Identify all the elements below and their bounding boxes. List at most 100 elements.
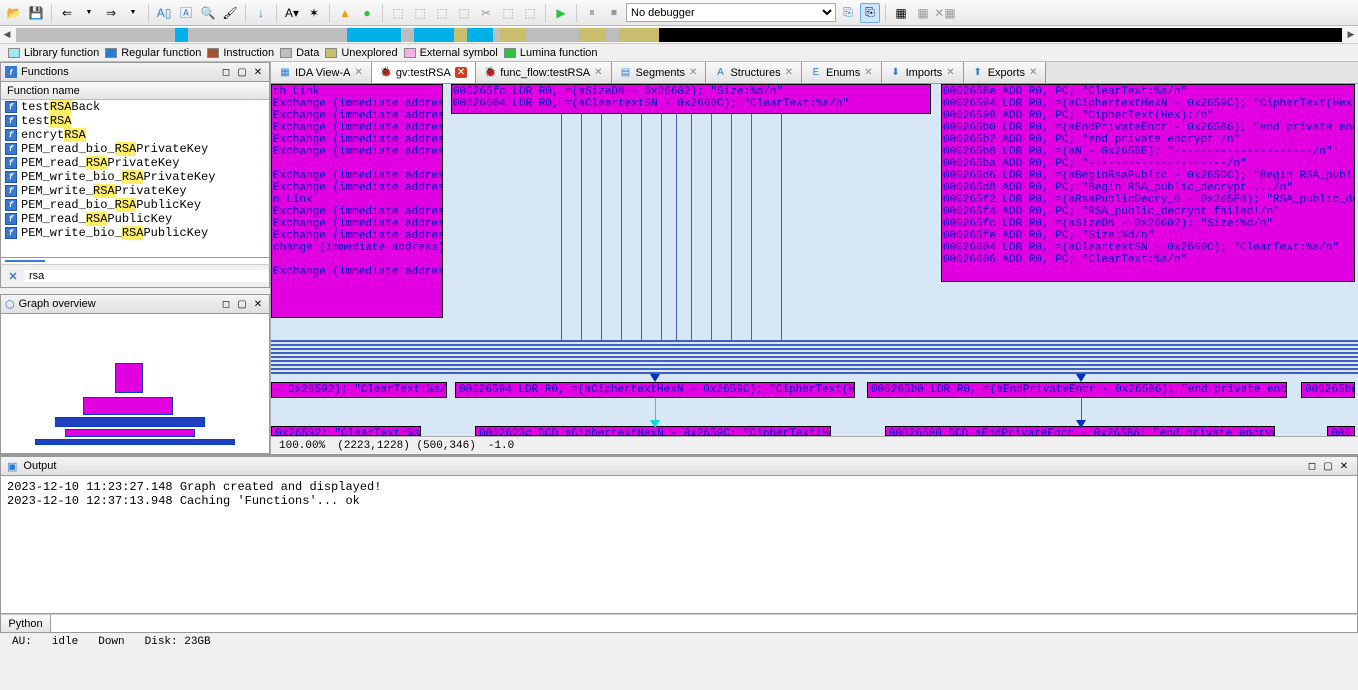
tab-close-icon[interactable]: ✕ <box>594 67 602 78</box>
tab-close-icon[interactable]: ✕ <box>1029 67 1037 78</box>
win2-icon[interactable]: ▦ <box>913 3 933 23</box>
status-idle: idle <box>44 636 86 648</box>
nav-strip: ◀ ▶ <box>0 26 1358 44</box>
graph-view[interactable]: th Link Exchange (immediate address) Exc… <box>271 84 1358 436</box>
graph-overview-canvas[interactable] <box>0 314 270 454</box>
python-button[interactable]: Python <box>1 615 51 632</box>
x4-icon[interactable]: ⬚ <box>454 3 474 23</box>
tab-close-icon[interactable]: ✕ <box>864 67 872 78</box>
functions-list: Function name ftestRSABackftestRSAfencry… <box>0 82 270 258</box>
python-input[interactable] <box>51 615 1357 632</box>
dbg2-icon[interactable]: ⎘ <box>860 3 880 23</box>
box-a-icon[interactable]: A▾ <box>282 3 302 23</box>
gov-restore-icon[interactable]: ◻ <box>219 297 233 311</box>
tool-paint-icon[interactable]: 🖌 <box>220 3 240 23</box>
tab-exports[interactable]: ⬆Exports✕ <box>964 62 1047 83</box>
x1-icon[interactable]: ⬚ <box>388 3 408 23</box>
out-max-icon[interactable]: ▢ <box>1321 459 1335 473</box>
status-au: AU: <box>4 636 40 648</box>
output-body[interactable]: 2023-12-10 11:23:27.148 Graph created an… <box>0 476 1358 614</box>
function-item[interactable]: fPEM_read_RSAPublicKey <box>1 212 269 226</box>
save-icon[interactable]: 💾 <box>26 3 46 23</box>
gov-close-icon[interactable]: ✕ <box>251 297 265 311</box>
tab-imports[interactable]: ⬇Imports✕ <box>882 62 964 83</box>
function-item[interactable]: fPEM_write_RSAPrivateKey <box>1 184 269 198</box>
x7-icon[interactable]: ⬚ <box>520 3 540 23</box>
win3-icon[interactable]: ✕▦ <box>935 3 955 23</box>
debugger-select[interactable]: No debugger <box>626 3 836 22</box>
circle-green-icon[interactable]: ● <box>357 3 377 23</box>
function-item[interactable]: fencrytRSA <box>1 128 269 142</box>
gov-max-icon[interactable]: ▢ <box>235 297 249 311</box>
function-item[interactable]: ftestRSABack <box>1 100 269 114</box>
function-item[interactable]: fPEM_read_RSAPrivateKey <box>1 156 269 170</box>
win1-icon[interactable]: ▦ <box>891 3 911 23</box>
functions-hscroll[interactable] <box>0 258 270 264</box>
filter-clear-icon[interactable]: ✕ <box>1 270 25 283</box>
graph-node[interactable]: 00026594 LDR R0, =(aCiphertextHexN - 0x2… <box>455 382 855 398</box>
nav-right-icon[interactable]: ▶ <box>1344 28 1358 42</box>
dbg1-icon[interactable]: ⎘ <box>838 3 858 23</box>
function-item[interactable]: ftestRSA <box>1 114 269 128</box>
nav-bar[interactable] <box>16 28 1342 42</box>
panel-max-icon[interactable]: ▢ <box>235 65 249 79</box>
graph-overview-title: Graph overview <box>19 298 215 310</box>
graph-node[interactable]: 000 <box>1327 426 1355 436</box>
tab-close-icon[interactable]: ✕ <box>455 67 467 78</box>
graph-node[interactable]: 0x26592; "ClearText:%s/n" <box>271 426 421 436</box>
back-dd-icon[interactable]: ▼ <box>79 3 99 23</box>
tab-ida-view-a[interactable]: ▦IDA View-A✕ <box>271 62 372 83</box>
tool-binoc-icon[interactable]: 🔍 <box>198 3 218 23</box>
nav-left-icon[interactable]: ◀ <box>0 28 14 42</box>
function-item[interactable]: fPEM_read_bio_RSAPublicKey <box>1 198 269 212</box>
tab-func-flow-testrsa[interactable]: 🐞func_flow:testRSA✕ <box>476 62 611 83</box>
tab-close-icon[interactable]: ✕ <box>354 67 362 78</box>
z-level: -1.0 <box>488 440 514 452</box>
legend: Library function Regular function Instru… <box>0 44 1358 62</box>
out-close-icon[interactable]: ✕ <box>1337 459 1351 473</box>
tab-gv-testrsa[interactable]: 🐞gv:testRSA✕ <box>372 62 476 83</box>
open-icon[interactable]: 📂 <box>4 3 24 23</box>
tab-structures[interactable]: AStructures✕ <box>706 62 802 83</box>
tabs: ▦IDA View-A✕🐞gv:testRSA✕🐞func_flow:testR… <box>271 62 1358 84</box>
tool-text-icon[interactable]: 🄰 <box>176 3 196 23</box>
panel-restore-icon[interactable]: ◻ <box>219 65 233 79</box>
graph-node[interactable]: 000265b0 LDR R0, =(aEndPrivateEncr - 0x2… <box>867 382 1287 398</box>
functions-col-header[interactable]: Function name <box>1 82 269 100</box>
graph-node[interactable]: - 0x26592); "ClearText:%s/n" <box>271 382 447 398</box>
output-title: Output <box>23 460 1299 472</box>
tab-enums[interactable]: EEnums✕ <box>802 62 882 83</box>
main-toolbar: 📂 💾 ⇐ ▼ ⇒ ▼ A▯ 🄰 🔍 🖌 ↓ A▾ ✶ ▲ ● ⬚ ⬚ ⬚ ⬚ … <box>0 0 1358 26</box>
back-icon[interactable]: ⇐ <box>57 3 77 23</box>
star-icon[interactable]: ✶ <box>304 3 324 23</box>
x6-icon[interactable]: ⬚ <box>498 3 518 23</box>
pause-icon[interactable]: ⏸ <box>582 3 602 23</box>
functions-icon: f <box>5 66 17 78</box>
status-down: Down <box>90 636 132 648</box>
forward-icon[interactable]: ⇒ <box>101 3 121 23</box>
out-restore-icon[interactable]: ◻ <box>1305 459 1319 473</box>
x3-icon[interactable]: ⬚ <box>432 3 452 23</box>
filter-input[interactable] <box>25 270 269 282</box>
panel-close-icon[interactable]: ✕ <box>251 65 265 79</box>
x2-icon[interactable]: ⬚ <box>410 3 430 23</box>
tab-close-icon[interactable]: ✕ <box>689 67 697 78</box>
graph-node[interactable]: 000265b8 <box>1301 382 1355 398</box>
graph-overview-icon: ⬡ <box>5 298 15 311</box>
x5-icon[interactable]: ✂ <box>476 3 496 23</box>
tab-segments[interactable]: ▤Segments✕ <box>612 62 707 83</box>
function-item[interactable]: fPEM_read_bio_RSAPrivateKey <box>1 142 269 156</box>
forward-dd-icon[interactable]: ▼ <box>123 3 143 23</box>
status-bar: AU: idle Down Disk: 23GB <box>0 633 1358 651</box>
down-arrow-icon[interactable]: ↓ <box>251 3 271 23</box>
function-item[interactable]: fPEM_write_bio_RSAPrivateKey <box>1 170 269 184</box>
tool-a-icon[interactable]: A▯ <box>154 3 174 23</box>
tab-close-icon[interactable]: ✕ <box>785 67 793 78</box>
tab-close-icon[interactable]: ✕ <box>946 67 954 78</box>
triangle-icon[interactable]: ▲ <box>335 3 355 23</box>
output-panel: ▣ Output ◻ ▢ ✕ 2023-12-10 11:23:27.148 G… <box>0 454 1358 633</box>
stop-icon[interactable]: ⏹ <box>604 3 624 23</box>
play-icon[interactable]: ▶ <box>551 3 571 23</box>
functions-panel-header: f Functions ◻ ▢ ✕ <box>0 62 270 82</box>
function-item[interactable]: fPEM_write_bio_RSAPublicKey <box>1 226 269 240</box>
